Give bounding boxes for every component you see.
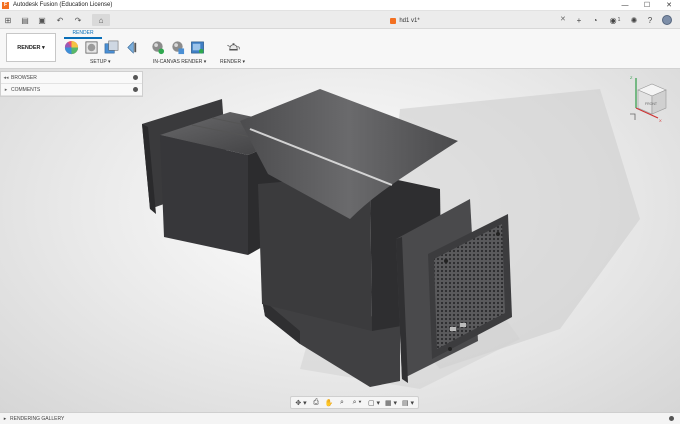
help-icon[interactable]: ?	[643, 14, 657, 26]
save-icon[interactable]: ▣	[36, 14, 48, 26]
notifications-icon: ◉	[609, 15, 617, 25]
extensions-icon[interactable]: ✺	[627, 14, 641, 26]
window-title: Autodesk Fusion (Education License)	[13, 2, 113, 8]
close-tab-icon[interactable]: ✕	[560, 15, 566, 23]
job-status-icon[interactable]: ◔	[588, 14, 602, 26]
fusion-logo-icon: F	[2, 1, 9, 9]
zoom-icon[interactable]: ⌕	[337, 398, 347, 407]
port-2	[460, 323, 466, 327]
document-icon	[390, 17, 397, 24]
pan-icon[interactable]: ✋	[324, 398, 334, 407]
model-render	[142, 89, 640, 389]
user-account-button[interactable]	[660, 14, 674, 26]
active-tab-indicator	[64, 37, 102, 39]
rendering-gallery-bar[interactable]: ▸ RENDERING GALLERY	[0, 412, 680, 424]
browser-label: BROWSER	[11, 74, 37, 81]
module-front-face	[160, 135, 248, 255]
avatar	[662, 15, 672, 25]
expand-chevron-icon[interactable]: ▸	[0, 416, 10, 422]
pin-icon[interactable]	[133, 87, 138, 92]
tab-render[interactable]: RENDER	[62, 30, 104, 36]
in-canvas-render-settings-icon[interactable]	[170, 40, 185, 55]
decal-icon[interactable]	[124, 40, 139, 55]
navigation-bar: ✥ ▾ ⎙ ✋ ⌕ ⌕ ▾ ▢ ▾ ▦ ▾ ▤ ▾	[290, 396, 419, 409]
fit-icon[interactable]: ⌕ ▾	[350, 398, 364, 407]
look-at-icon[interactable]: ⎙	[311, 398, 321, 407]
viewcube-axis-z-label: Z	[630, 75, 633, 80]
pin-icon[interactable]	[133, 75, 138, 80]
viewcube-face-label: FRONT	[645, 102, 658, 106]
viewcube-home-icon[interactable]	[630, 113, 636, 120]
viewcube-axis-x-label: X	[659, 118, 662, 123]
screw-hole-2	[496, 232, 500, 236]
collapse-chevron-icon[interactable]: ◂◂	[1, 75, 11, 81]
ribbon-toolbar: RENDER ▾ RENDER SETUP ▾ IN-CANVAS RENDER	[0, 29, 680, 69]
grid-settings-icon[interactable]: ▦ ▾	[384, 398, 398, 407]
document-tab-label: hd1 v1*	[399, 17, 420, 24]
notifications-button[interactable]: ◉ 1	[606, 14, 624, 26]
in-canvas-render-icon[interactable]	[150, 40, 165, 55]
scene-settings-icon[interactable]	[84, 40, 99, 55]
screw-hole-1	[444, 259, 448, 263]
maximize-button[interactable]: ☐	[636, 0, 658, 11]
rendering-gallery-label: RENDERING GALLERY	[10, 415, 65, 422]
setup-group-label[interactable]: SETUP ▾	[90, 59, 110, 65]
display-settings-icon[interactable]: ▢ ▾	[367, 398, 381, 407]
render-teapot-icon[interactable]	[226, 40, 241, 55]
appearance-icon[interactable]	[64, 40, 79, 55]
browser-header[interactable]: ◂◂ BROWSER	[1, 72, 142, 84]
home-icon[interactable]: ⌂	[92, 14, 110, 26]
minimize-button[interactable]: —	[614, 0, 636, 11]
browser-panel: ◂◂ BROWSER ▸ COMMENTS	[0, 71, 143, 97]
comments-label: COMMENTS	[11, 86, 41, 93]
undo-icon[interactable]: ↶	[52, 14, 68, 26]
notifications-count: 1	[617, 17, 621, 23]
redo-icon[interactable]: ↷	[70, 14, 86, 26]
in-canvas-render-group-label[interactable]: IN-CANVAS RENDER ▾	[153, 59, 206, 65]
capture-image-icon[interactable]	[190, 40, 205, 55]
data-panel-grid-icon[interactable]: ⊞	[2, 14, 14, 26]
viewcube[interactable]: FRONT Z X	[626, 70, 672, 126]
texture-map-icon[interactable]	[104, 40, 119, 55]
render-group-label[interactable]: RENDER ▾	[220, 59, 245, 65]
expand-chevron-icon[interactable]: ▸	[1, 87, 11, 93]
file-menu-icon[interactable]: ▤	[17, 14, 33, 26]
new-tab-icon[interactable]: +	[572, 14, 586, 26]
comments-header[interactable]: ▸ COMMENTS	[1, 84, 142, 96]
orbit-icon[interactable]: ✥ ▾	[294, 398, 308, 407]
port-1	[450, 327, 456, 331]
document-tab[interactable]: hd1 v1*	[300, 13, 510, 28]
close-window-button[interactable]: ✕	[658, 0, 680, 11]
screw-hole-3	[448, 347, 452, 351]
workspace-switcher[interactable]: RENDER ▾	[6, 33, 56, 62]
viewports-icon[interactable]: ▤ ▾	[401, 398, 415, 407]
canvas-viewport[interactable]	[0, 69, 680, 412]
pin-icon[interactable]	[669, 416, 674, 421]
tab-bar: ⊞ ▤ ▣ ↶ ↷ ⌂ hd1 v1* ✕ + ◔ ◉ 1 ✺ ?	[0, 11, 680, 29]
title-bar: F Autodesk Fusion (Education License) — …	[0, 0, 680, 11]
